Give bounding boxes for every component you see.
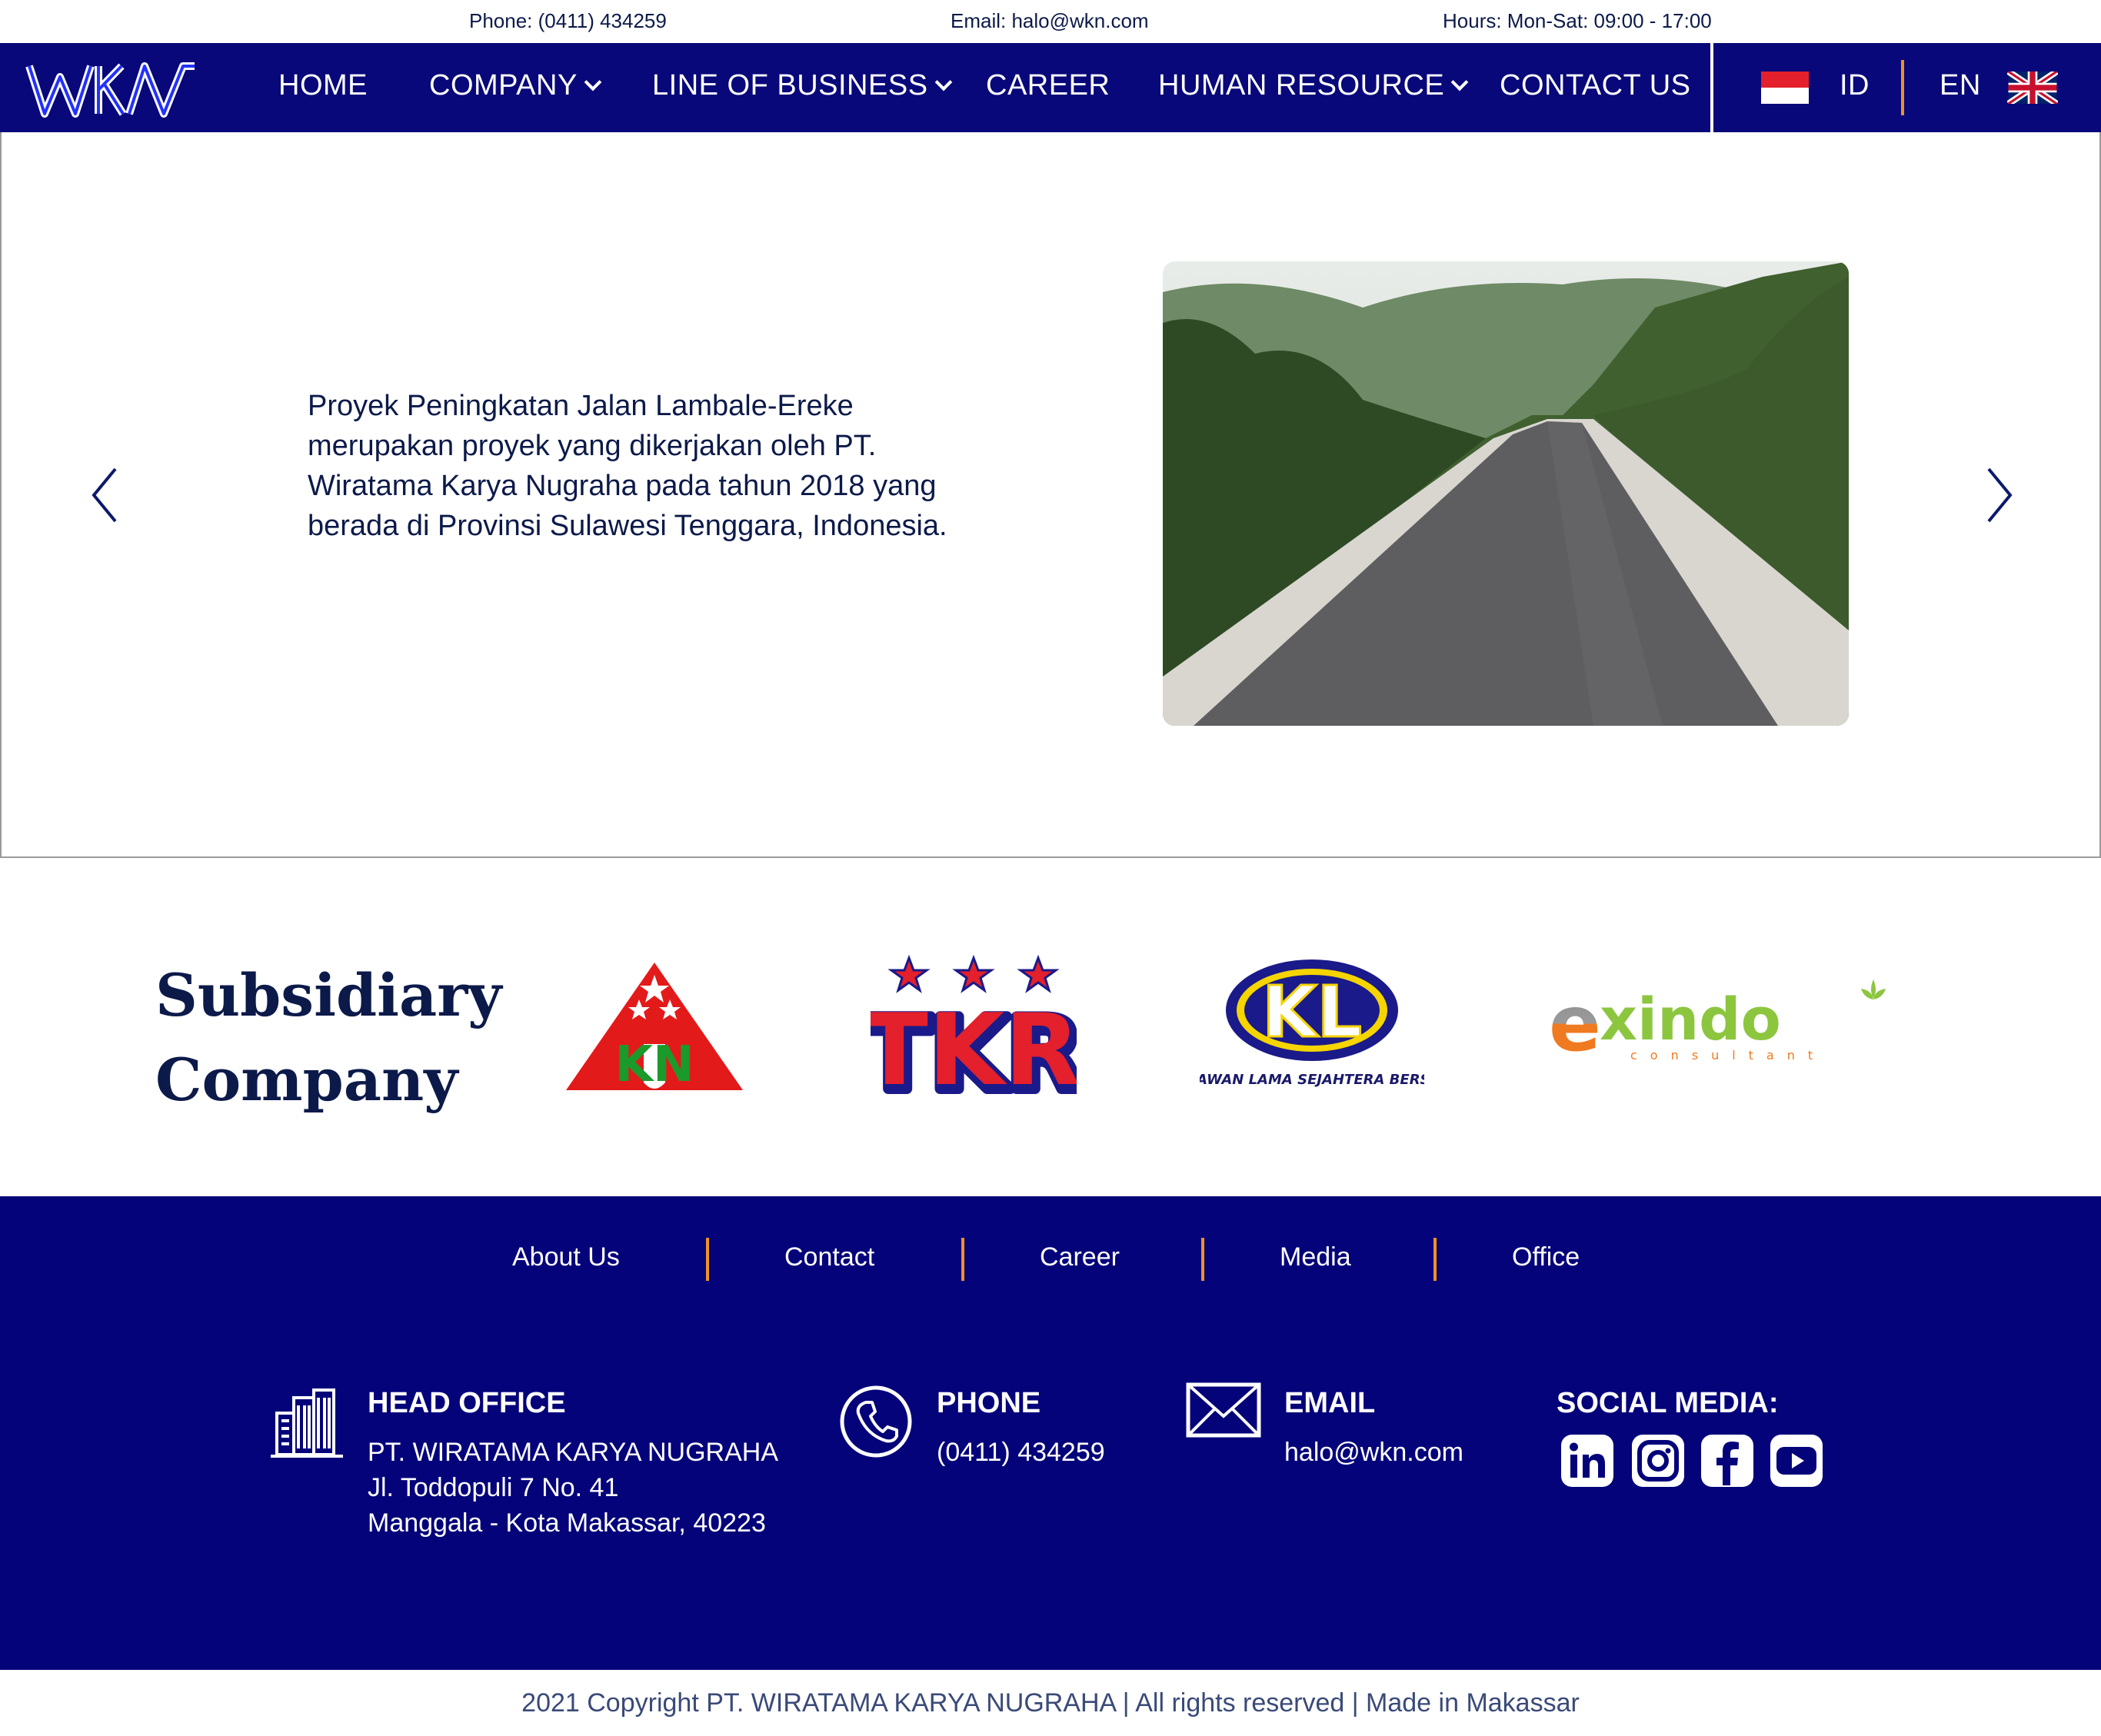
subsidiary-heading: Subsidiary Company [155,953,501,1122]
lang-en[interactable]: EN [1940,69,1981,102]
email-title: EMAIL [1284,1387,1376,1419]
nav-career[interactable]: CAREER [986,69,1110,102]
hero-slider: Proyek Peningkatan Jalan Lambale-Ereke m… [0,132,2101,858]
nav-company[interactable]: COMPANY [429,69,602,102]
main-navigation: HOME COMPANY LINE OF BUSINESS CAREER HUM… [0,43,2101,132]
footer-link-divider [706,1238,709,1281]
head-office-company: PT. WIRATAMA KARYA NUGRAHA [368,1438,779,1467]
indonesia-flag-icon[interactable] [1761,72,1809,104]
lang-id[interactable]: ID [1840,69,1870,102]
copyright-text: 2021 Copyright PT. WIRATAMA KARYA NUGRAH… [521,1688,1580,1718]
nav-home[interactable]: HOME [278,69,368,102]
wkn-logo[interactable] [22,54,202,125]
uk-flag-icon[interactable] [2007,72,2058,104]
nav-contact-label: CONTACT US [1500,69,1691,101]
kl-logo[interactable]: KL PT. KAWAN LAMA SEJAHTERA BERSAMA [1200,956,1424,1092]
hero-description: Proyek Peningkatan Jalan Lambale-Ereke m… [308,390,947,542]
tkr-logo[interactable]: TKR TKR [871,953,1077,1099]
kl-logo-text: KL [1262,971,1362,1053]
tkr-logo-text: TKR [871,993,1077,1099]
lang-divider [1901,60,1904,115]
nav-divider [1710,43,1713,132]
chevron-down-icon [934,73,952,91]
nav-human-resource[interactable]: HUMAN RESOURCE [1158,69,1469,102]
footer-link-divider [1433,1238,1437,1281]
youtube-icon[interactable] [1770,1435,1823,1487]
chevron-down-icon [584,73,602,91]
top-info-bar: Phone: (0411) 434259 Email: halo@wkn.com… [0,0,2101,43]
chevron-left-icon[interactable] [85,464,131,526]
head-office-street: Jl. Toddopuli 7 No. 41 [368,1473,619,1502]
facebook-icon[interactable] [1701,1435,1753,1487]
footer-link-office[interactable]: Office [1512,1242,1580,1272]
head-office-title: HEAD OFFICE [368,1387,566,1419]
head-office-city: Manggala - Kota Makassar, 40223 [368,1508,766,1538]
topbar-hours: Hours: Mon-Sat: 09:00 - 17:00 [1443,9,1712,32]
linkedin-icon[interactable] [1561,1435,1613,1487]
envelope-icon [1186,1382,1261,1438]
exindo-logo[interactable]: e xindo consultant [1546,976,1912,1069]
exindo-wordmark: xindo [1600,985,1781,1053]
phone-value[interactable]: (0411) 434259 [937,1435,1105,1470]
instagram-icon[interactable] [1632,1435,1684,1487]
nav-line-of-business[interactable]: LINE OF BUSINESS [652,69,952,102]
phone-icon [840,1385,912,1458]
topbar-email: Email: halo@wkn.com [951,9,1149,32]
chevron-right-icon[interactable] [1973,464,2019,526]
nav-career-label: CAREER [986,69,1110,101]
nav-home-label: HOME [278,69,368,101]
nav-contact-us[interactable]: CONTACT US [1500,69,1691,102]
email-value[interactable]: halo@wkn.com [1284,1435,1463,1470]
footer-link-media[interactable]: Media [1280,1242,1351,1272]
building-icon [271,1388,343,1458]
nav-lob-label: LINE OF BUSINESS [652,69,928,101]
topbar-phone: Phone: (0411) 434259 [469,9,667,32]
site-footer: About Us Contact Career Media Office HEA… [0,1196,2101,1670]
kl-logo-caption: PT. KAWAN LAMA SEJAHTERA BERSAMA [1200,1072,1424,1088]
nav-company-label: COMPANY [429,69,578,101]
exindo-e-letter: e [1549,979,1601,1069]
nav-hr-label: HUMAN RESOURCE [1158,69,1445,101]
subsidiary-title-line1: Subsidiary [155,961,502,1029]
footer-link-divider [961,1238,964,1281]
road-project-image [1163,261,1849,726]
exindo-consultant-text: consultant [1630,1048,1826,1063]
footer-link-about-us[interactable]: About Us [512,1242,620,1272]
footer-link-career[interactable]: Career [1040,1242,1120,1272]
social-media-title: SOCIAL MEDIA: [1557,1387,1779,1419]
chevron-down-icon [1450,73,1469,91]
kn-logo[interactable]: KN [564,959,744,1093]
kn-logo-text: KN [614,1036,694,1093]
footer-link-divider [1201,1238,1204,1281]
phone-title: PHONE [937,1387,1041,1419]
footer-link-contact[interactable]: Contact [784,1242,874,1272]
subsidiary-title-line2: Company [155,1046,458,1114]
